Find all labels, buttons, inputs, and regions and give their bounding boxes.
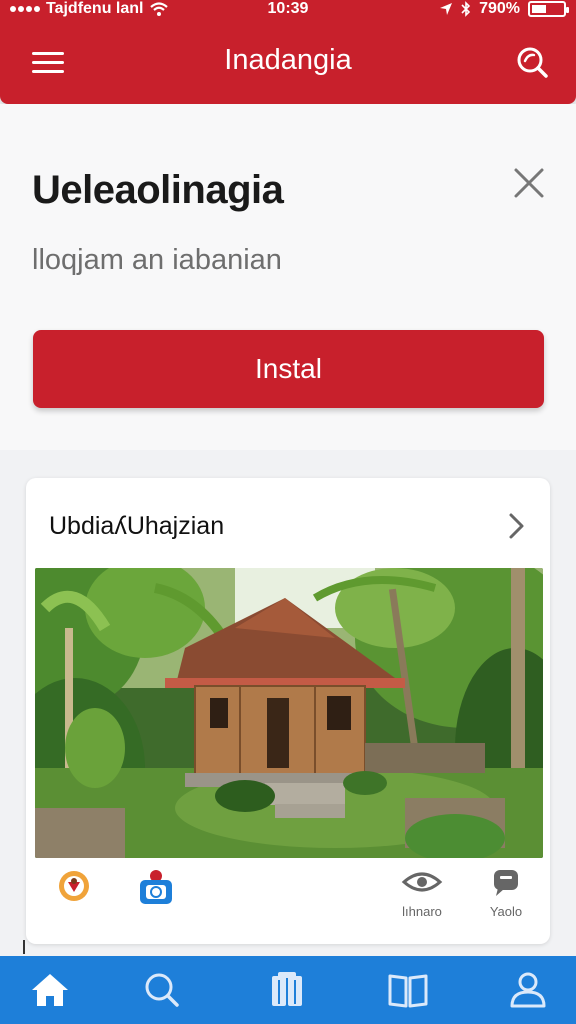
install-title: Ueleaolinagia bbox=[32, 168, 284, 212]
chat-action-label: Yaolo bbox=[489, 904, 523, 919]
emblem-button[interactable] bbox=[56, 868, 92, 909]
nav-search[interactable] bbox=[140, 970, 184, 1010]
user-icon bbox=[510, 972, 546, 1008]
search-button[interactable] bbox=[512, 42, 552, 82]
eye-action-label: lıhnaro bbox=[402, 904, 442, 919]
chat-icon bbox=[494, 870, 518, 896]
location-arrow-icon bbox=[440, 3, 453, 15]
install-banner: Ueleaolinagia lloqjam an iabanian Instal bbox=[0, 104, 576, 450]
home-icon bbox=[32, 974, 68, 1006]
scroll-indicator bbox=[23, 940, 25, 954]
chat-action[interactable]: Yaolo bbox=[466, 868, 546, 919]
robot-camera-icon bbox=[140, 870, 172, 904]
content-card-title: UbdiaʎUhajzian bbox=[49, 512, 225, 540]
eye-icon bbox=[401, 872, 443, 892]
app-title: Inadangia bbox=[224, 44, 352, 76]
chevron-right-icon bbox=[509, 513, 524, 539]
house-photo[interactable] bbox=[35, 568, 543, 858]
nav-reading[interactable] bbox=[386, 970, 430, 1010]
open-book-icon bbox=[388, 974, 428, 1008]
close-button[interactable] bbox=[512, 166, 546, 200]
house-illustration bbox=[35, 568, 543, 858]
nav-profile[interactable] bbox=[506, 970, 550, 1010]
search-icon bbox=[145, 973, 179, 1007]
books-icon bbox=[272, 972, 302, 1006]
close-icon bbox=[514, 168, 544, 198]
content-card[interactable]: UbdiaʎUhajzian lıhnaro Yaolo bbox=[26, 478, 550, 944]
app-header: Inadangia bbox=[0, 28, 576, 98]
app-screen: Tajdfenu lanl 10:39 790% Inadangia Uelea… bbox=[0, 0, 576, 1024]
card-actions: lıhnaro Yaolo bbox=[26, 868, 550, 934]
status-bar: Tajdfenu lanl 10:39 790% bbox=[0, 0, 576, 22]
nav-home[interactable] bbox=[28, 970, 72, 1010]
badge-emblem-icon bbox=[59, 871, 89, 901]
camera-bot-button[interactable] bbox=[136, 868, 176, 913]
bluetooth-icon bbox=[461, 1, 471, 17]
chevron-right-button[interactable] bbox=[506, 511, 528, 541]
eye-action[interactable]: lıhnaro bbox=[382, 868, 462, 919]
battery-icon bbox=[528, 1, 569, 17]
battery-percent: 790% bbox=[479, 0, 520, 17]
search-icon bbox=[517, 47, 548, 78]
bottom-nav bbox=[0, 956, 576, 1024]
top-app-bar: Tajdfenu lanl 10:39 790% Inadangia bbox=[0, 0, 576, 104]
nav-library[interactable] bbox=[266, 970, 310, 1010]
status-right: 790% bbox=[439, 0, 569, 18]
install-subtitle: lloqjam an iabanian bbox=[32, 244, 282, 276]
install-button[interactable]: Instal bbox=[33, 330, 544, 408]
